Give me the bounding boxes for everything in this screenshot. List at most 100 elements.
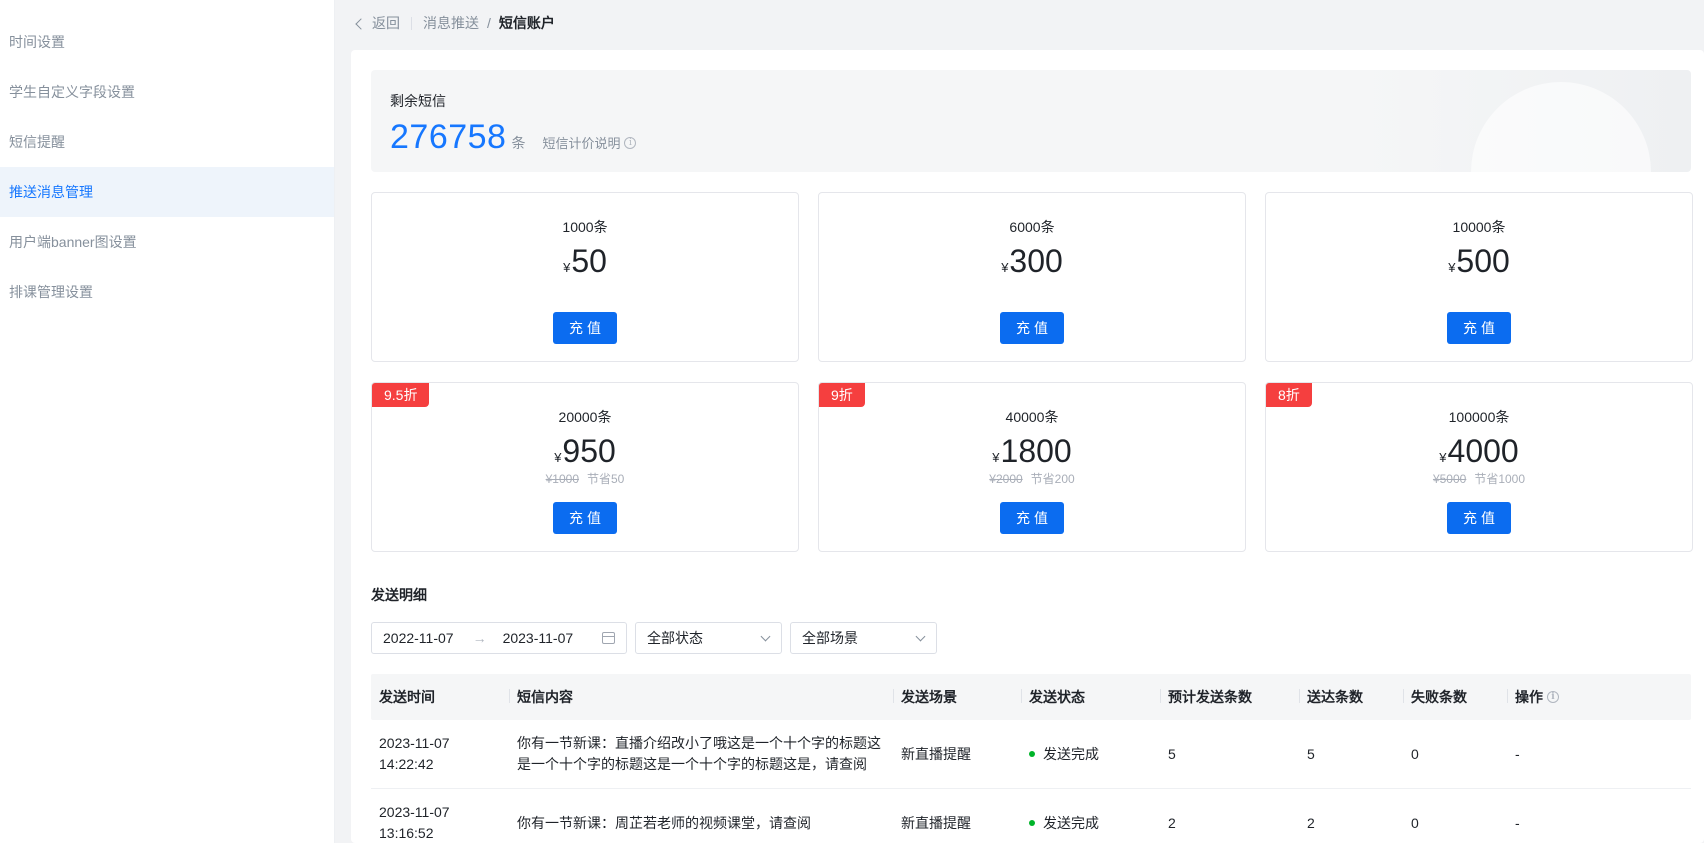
column-header-status: 发送状态	[1021, 687, 1160, 707]
original-price-row: ¥5000 节省1000	[1266, 470, 1692, 487]
back-button[interactable]: 返回	[355, 13, 400, 33]
cell-delivered-count: 5	[1307, 745, 1315, 762]
column-header-expected-count: 预计发送条数	[1160, 687, 1299, 707]
sms-balance-panel: 剩余短信 276758 条 短信计价说明 i	[371, 70, 1691, 172]
chevron-down-icon	[760, 631, 771, 642]
price-amount: 50	[571, 243, 607, 279]
column-header-delivered-count: 送达条数	[1299, 687, 1403, 707]
sidebar-item-banner-settings[interactable]: 用户端banner图设置	[0, 217, 334, 267]
success-status-dot	[1029, 750, 1035, 757]
main-panel: 剩余短信 276758 条 短信计价说明 i 1000条 ¥50 充值 6000…	[351, 50, 1704, 843]
column-header-scene: 发送场景	[893, 687, 1021, 707]
cell-expected-count: 5	[1168, 745, 1176, 762]
filter-bar: 2022-11-07 → 2023-11-07 全部状态 全部场景	[371, 622, 937, 654]
decorative-circle	[1471, 82, 1651, 172]
pricing-info-link[interactable]: 短信计价说明 i	[542, 133, 637, 152]
recharge-button[interactable]: 充值	[1000, 312, 1064, 344]
currency-symbol: ¥	[992, 450, 1000, 465]
saving-amount: 节省200	[1030, 472, 1075, 486]
cell-failed-count: 0	[1411, 745, 1419, 762]
column-header-send-time: 发送时间	[379, 689, 435, 705]
pricing-info-label: 短信计价说明	[542, 136, 621, 151]
table-row: 2023-11-07 14:22:42 你有一节新课：直播介绍改小了哦这是一个十…	[371, 720, 1691, 789]
action-header-label: 操作	[1515, 689, 1543, 705]
status-filter-select[interactable]: 全部状态	[635, 622, 782, 654]
original-price: ¥5000	[1432, 472, 1467, 486]
sidebar-menu: 时间设置 学生自定义字段设置 短信提醒 推送消息管理 用户端banner图设置 …	[0, 0, 334, 317]
info-icon[interactable]: i	[624, 136, 637, 149]
back-label: 返回	[372, 15, 400, 31]
cell-scene: 新直播提醒	[901, 814, 971, 831]
recharge-button[interactable]: 充值	[1000, 502, 1064, 534]
sidebar-item-student-fields[interactable]: 学生自定义字段设置	[0, 67, 334, 117]
saving-amount: 节省50	[587, 472, 625, 486]
column-header-failed-count: 失败条数	[1403, 687, 1507, 707]
cell-expected-count: 2	[1168, 814, 1176, 831]
breadcrumb-parent[interactable]: 消息推送	[423, 13, 479, 33]
currency-symbol: ¥	[563, 260, 571, 275]
package-quantity: 6000条	[1009, 219, 1055, 235]
breadcrumb-current: 短信账户	[498, 15, 555, 31]
sidebar: 时间设置 学生自定义字段设置 短信提醒 推送消息管理 用户端banner图设置 …	[0, 0, 335, 843]
cell-scene: 新直播提醒	[901, 745, 971, 762]
cell-failed-count: 0	[1411, 814, 1419, 831]
cell-status: 发送完成	[1021, 744, 1160, 765]
recharge-button[interactable]: 充值	[1447, 502, 1511, 534]
package-card: 9.5折 20000条 ¥950 ¥1000 节省50 充值	[371, 382, 799, 552]
price-amount: 500	[1456, 243, 1510, 279]
info-icon[interactable]: i	[1547, 691, 1559, 703]
package-price: ¥50	[372, 243, 798, 280]
original-price: ¥1000	[545, 472, 579, 486]
column-header-content: 短信内容	[509, 687, 893, 707]
arrow-right-icon: →	[472, 630, 487, 646]
send-clock: 13:16:52	[379, 825, 434, 841]
price-amount: 300	[1009, 243, 1063, 279]
chevron-left-icon	[355, 17, 367, 30]
send-date: 2023-11-07	[379, 735, 450, 751]
package-price: ¥1800	[819, 433, 1245, 470]
price-amount: 1800	[1000, 433, 1072, 469]
package-card: 1000条 ¥50 充值	[371, 192, 799, 362]
discount-badge: 9.5折	[372, 383, 430, 407]
status-label: 发送完成	[1043, 745, 1099, 762]
price-amount: 4000	[1447, 433, 1519, 469]
status-label: 发送完成	[1043, 814, 1099, 831]
currency-symbol: ¥	[1448, 260, 1456, 275]
date-range-picker[interactable]: 2022-11-07 → 2023-11-07	[371, 622, 627, 654]
original-price-row: ¥1000 节省50	[372, 470, 798, 487]
date-start: 2022-11-07	[383, 630, 454, 646]
package-quantity: 40000条	[1005, 409, 1059, 425]
sidebar-item-sms-reminder[interactable]: 短信提醒	[0, 117, 334, 167]
recharge-button[interactable]: 充值	[1447, 312, 1511, 344]
recharge-button[interactable]: 充值	[553, 502, 617, 534]
saving-amount: 节省1000	[1474, 472, 1526, 486]
package-price: ¥950	[372, 433, 798, 470]
cell-send-time: 2023-11-07 13:16:52	[371, 802, 509, 843]
sidebar-item-push-messages[interactable]: 推送消息管理	[0, 167, 334, 217]
currency-symbol: ¥	[1439, 450, 1447, 465]
package-card: 10000条 ¥500 充值	[1265, 192, 1693, 362]
breadcrumb: 返回 消息推送 / 短信账户	[335, 0, 1704, 46]
cell-action: -	[1515, 745, 1520, 762]
send-clock: 14:22:42	[379, 756, 434, 772]
recharge-button[interactable]: 充值	[553, 312, 617, 344]
scene-filter-value: 全部场景	[802, 630, 858, 646]
cell-send-time: 2023-11-07 14:22:42	[371, 733, 509, 775]
package-price: ¥500	[1266, 243, 1692, 280]
package-price: ¥4000	[1266, 433, 1692, 470]
breadcrumb-divider	[411, 16, 412, 30]
scene-filter-select[interactable]: 全部场景	[790, 622, 937, 654]
date-end: 2023-11-07	[502, 630, 574, 646]
send-details-title: 发送明细	[371, 587, 427, 603]
table-row: 2023-11-07 13:16:52 你有一节新课：周芷若老师的视频课堂，请查…	[371, 789, 1691, 843]
original-price-row: ¥2000 节省200	[819, 470, 1245, 487]
success-status-dot	[1029, 819, 1035, 826]
sidebar-item-scheduling-settings[interactable]: 排课管理设置	[0, 267, 334, 317]
chevron-down-icon	[915, 631, 926, 642]
status-filter-value: 全部状态	[647, 630, 703, 646]
package-quantity: 10000条	[1452, 219, 1506, 235]
sidebar-item-time-settings[interactable]: 时间设置	[0, 17, 334, 67]
package-quantity: 1000条	[562, 219, 608, 235]
breadcrumb-separator: /	[487, 15, 491, 31]
column-header-action: 操作 i	[1507, 687, 1691, 707]
